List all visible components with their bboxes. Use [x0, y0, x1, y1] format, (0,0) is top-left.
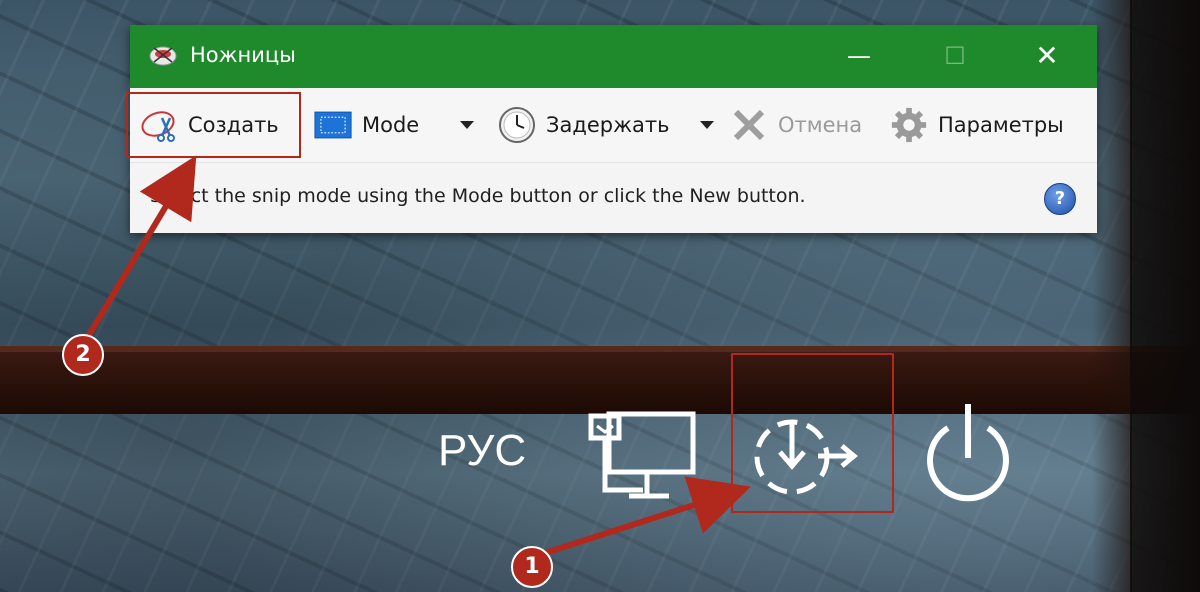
- annotation-arrows: [83, 155, 751, 559]
- step-badge-1: 1: [511, 546, 553, 588]
- arrow-1: [535, 476, 751, 559]
- step-badge-2: 2: [62, 334, 104, 376]
- arrow-2: [83, 155, 197, 342]
